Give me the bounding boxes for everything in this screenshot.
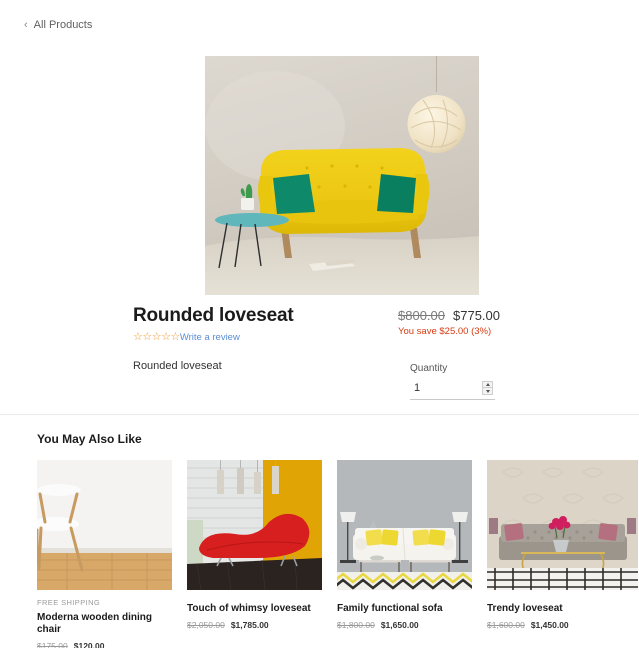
card-current-price: $1,650.00 xyxy=(380,620,419,630)
shipping-badge xyxy=(337,590,472,598)
product-title: Rounded loveseat xyxy=(133,305,294,326)
product-detail-page: ‹ All Products Rounded loveseat ☆☆☆☆☆ Wr… xyxy=(0,0,639,648)
price-line: $800.00 $775.00 xyxy=(398,308,508,323)
product-image-graphic xyxy=(205,56,479,295)
product-card-name[interactable]: Family functional sofa xyxy=(337,603,472,615)
product-card-prices: $175.00 $120.00 xyxy=(37,641,172,648)
product-card-image xyxy=(187,460,322,590)
savings-text: You save $25.00 (3%) xyxy=(398,326,492,337)
card-original-price: $175.00 xyxy=(37,641,68,648)
quantity-section: Quantity xyxy=(410,363,495,400)
product-card-image xyxy=(37,460,172,590)
card-original-price: $1,600.00 xyxy=(487,620,525,630)
product-rating: ☆☆☆☆☆ Write a review xyxy=(133,332,240,343)
shipping-badge xyxy=(487,590,638,598)
product-card[interactable]: FREE SHIPPING Moderna wooden dining chai… xyxy=(37,460,172,648)
quantity-stepper[interactable] xyxy=(482,381,493,395)
product-description: Rounded loveseat xyxy=(133,360,222,372)
card-current-price: $1,785.00 xyxy=(230,620,269,630)
star-rating-icon[interactable]: ☆☆☆☆☆ xyxy=(133,332,180,343)
product-card-name[interactable]: Trendy loveseat xyxy=(487,603,638,615)
product-card-name[interactable]: Touch of whimsy loveseat xyxy=(187,603,322,615)
product-main-image[interactable] xyxy=(205,56,479,295)
recommendations-heading: You May Also Like xyxy=(37,432,142,446)
breadcrumb-all-products[interactable]: ‹ All Products xyxy=(24,19,92,31)
card-original-price: $2,050.00 xyxy=(187,620,225,630)
product-card-name[interactable]: Moderna wooden dining chair xyxy=(37,612,172,636)
quantity-input[interactable] xyxy=(412,381,467,395)
original-price: $800.00 xyxy=(398,308,445,323)
product-card-image xyxy=(337,460,472,590)
chevron-left-icon: ‹ xyxy=(24,18,28,31)
quantity-label: Quantity xyxy=(410,363,448,374)
product-card[interactable]: Trendy loveseat $1,600.00 $1,450.00 xyxy=(487,460,638,648)
current-price: $775.00 xyxy=(453,308,500,323)
product-card-prices: $2,050.00 $1,785.00 xyxy=(187,620,322,630)
card-current-price: $1,450.00 xyxy=(530,620,569,630)
write-review-link[interactable]: Write a review xyxy=(180,333,240,343)
product-card-prices: $1,600.00 $1,450.00 xyxy=(487,620,638,630)
card-current-price: $120.00 xyxy=(73,641,105,648)
breadcrumb-label: All Products xyxy=(33,19,93,31)
shipping-badge: FREE SHIPPING xyxy=(37,598,101,607)
section-divider xyxy=(0,414,639,415)
product-card-prices: $1,800.00 $1,650.00 xyxy=(337,620,472,630)
product-card-image xyxy=(487,460,638,590)
card-original-price: $1,800.00 xyxy=(337,620,375,630)
product-card[interactable]: Family functional sofa $1,800.00 $1,650.… xyxy=(337,460,472,648)
stepper-down-icon[interactable] xyxy=(483,388,492,394)
recommendations-list: FREE SHIPPING Moderna wooden dining chai… xyxy=(37,460,638,648)
product-card[interactable]: Touch of whimsy loveseat $2,050.00 $1,78… xyxy=(187,460,322,648)
shipping-badge xyxy=(187,590,322,598)
price-block: $800.00 $775.00 You save $25.00 (3%) xyxy=(398,308,508,337)
quantity-field[interactable] xyxy=(410,380,495,400)
